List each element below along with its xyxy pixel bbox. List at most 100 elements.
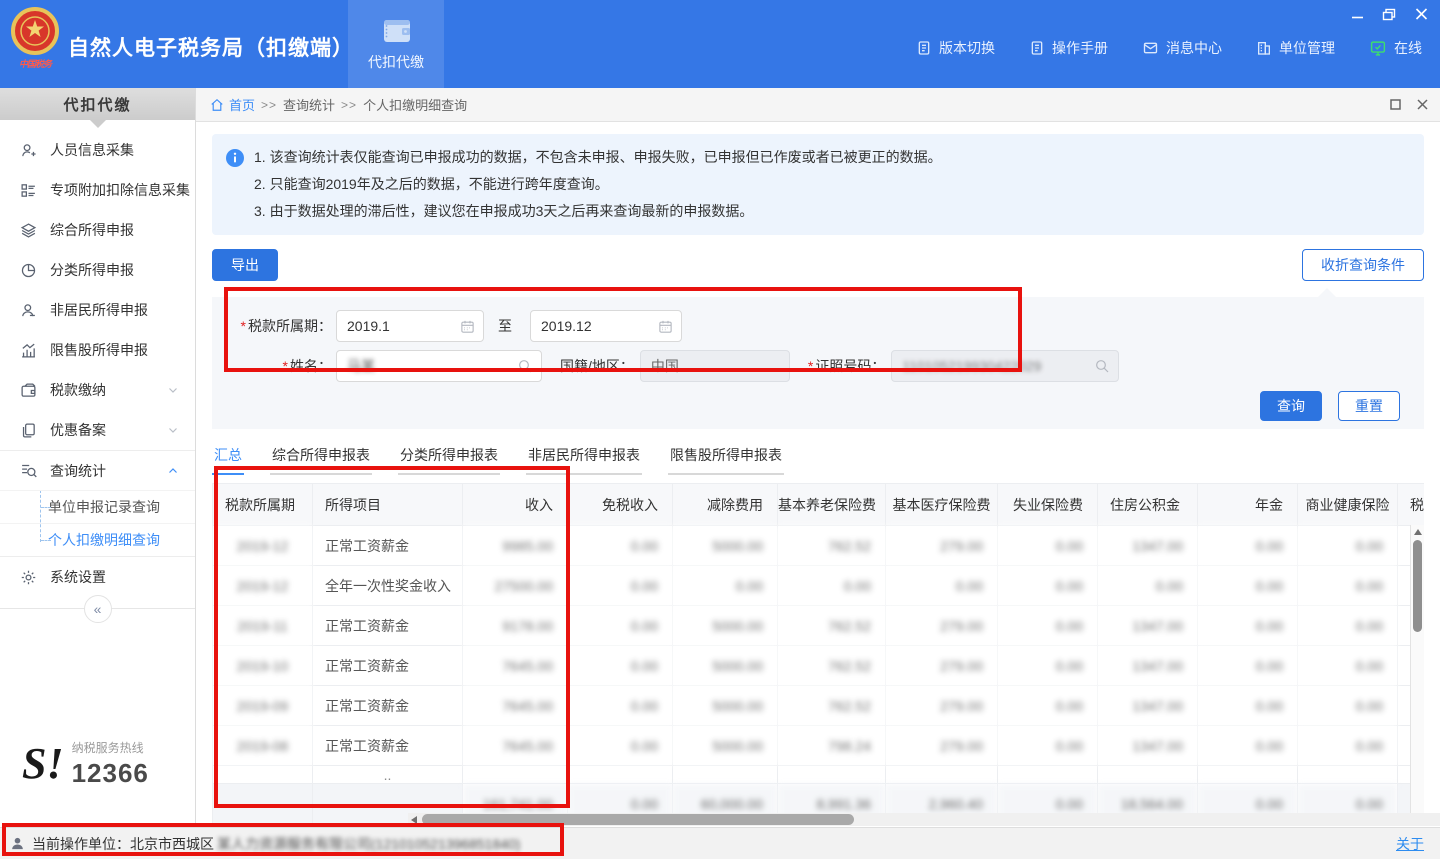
monitor-check-icon [1369, 40, 1387, 57]
panel-maximize-icon[interactable] [1390, 99, 1401, 110]
list-icon [20, 182, 37, 199]
table-row[interactable]: 2019-08 正常工资薪金 7645.00 0.00 5000.00 798.… [213, 726, 1425, 766]
search-button[interactable]: 查询 [1260, 391, 1322, 421]
app-logo: 中国税务 [10, 6, 60, 70]
nationality-input[interactable]: 中国 [640, 350, 790, 382]
sidebar-item-classified-income[interactable]: 分类所得申报 [0, 250, 195, 290]
magnifier-icon[interactable] [517, 358, 533, 374]
scroll-up-arrow[interactable] [1411, 525, 1424, 539]
collapse-query-conditions-button[interactable]: 收折查询条件 [1302, 249, 1424, 281]
table-row[interactable]: 2019-10 正常工资薪金 7645.00 0.00 5000.00 762.… [213, 646, 1425, 686]
menu-version-switch[interactable]: 版本切换 [916, 38, 995, 58]
status-bar: 当前操作单位：北京市西城区某人力资源服务有限公司(121010521396851… [0, 827, 1440, 859]
sidebar-item-comprehensive-income[interactable]: 综合所得申报 [0, 210, 195, 250]
sidebar-item-tax-payment[interactable]: 税款缴纳 [0, 370, 195, 410]
tab-daikou-daijiao[interactable]: 代扣代缴 [348, 0, 444, 88]
menu-label: 版本切换 [939, 38, 995, 58]
current-unit-redacted: 某人力资源服务有限公司(121010521396851840) [217, 834, 520, 854]
period-to-value: 2019.12 [541, 318, 652, 334]
sidebar-item-restricted-shares[interactable]: 限售股所得申报 [0, 330, 195, 370]
cell-unemployment: 0.00 [998, 646, 1098, 686]
scroll-left-arrow[interactable] [408, 813, 420, 826]
report-tab[interactable]: 综合所得申报表 [270, 445, 372, 475]
cell-medical: 279.00 [886, 646, 998, 686]
sidebar-item-system-settings[interactable]: 系统设置 [0, 557, 195, 597]
current-unit-label: 当前操作单位： [32, 834, 130, 854]
restore-icon[interactable] [1380, 6, 1398, 22]
minimize-icon[interactable] [1348, 6, 1366, 22]
layers-icon [20, 222, 37, 239]
cell-taxfree: 0.00 [568, 686, 673, 726]
close-icon[interactable] [1412, 6, 1430, 22]
cell-medical: 279.00 [886, 726, 998, 766]
hotline-logo: S! 纳税服务热线 12366 [22, 739, 149, 789]
period-label: *税款所属期： [224, 316, 332, 336]
cell-housing-fund: 1347.00 [1098, 526, 1198, 566]
info-circle-icon [226, 149, 244, 225]
table-row[interactable]: 2019-12 正常工资薪金 9985.00 0.00 5000.00 762.… [213, 526, 1425, 566]
notice-line: 1. 该查询统计表仅能查询已申报成功的数据，不包含未申报、申报失败，已申报但已作… [254, 144, 942, 171]
id-number-input[interactable]: 110105219930422029 [891, 350, 1119, 382]
cell-unemployment: 0.00 [998, 526, 1098, 566]
cell-unemployment: 0.00 [998, 606, 1098, 646]
table-row[interactable]: 2019-11 正常工资薪金 9178.00 0.00 5000.00 762.… [213, 606, 1425, 646]
table-row[interactable]: 2019-12 全年一次性奖金收入 27500.00 0.00 0.00 0.0… [213, 566, 1425, 606]
horizontal-scroll-thumb[interactable] [422, 814, 854, 825]
table-row[interactable]: 2019-09 正常工资薪金 7645.00 0.00 5000.00 762.… [213, 686, 1425, 726]
sidebar-item-personnel-info[interactable]: 人员信息采集 [0, 130, 195, 170]
online-status[interactable]: 在线 [1369, 38, 1422, 58]
col-header-pension: 基本养老保险费 [778, 484, 886, 526]
menu-unit-management[interactable]: 单位管理 [1256, 38, 1335, 58]
period-to-input[interactable]: 2019.12 [530, 310, 682, 342]
report-tab[interactable]: 汇总 [212, 445, 244, 475]
sidebar-item-nonresident-income[interactable]: 非居民所得申报 [0, 290, 195, 330]
sidebar-subitem-personal-withholding-query[interactable]: 个人扣缴明细查询 [0, 523, 195, 556]
sidebar: 代扣代缴 人员信息采集 专项附加扣除信息采集 [0, 88, 196, 827]
sidebar-item-query-statistics[interactable]: 查询统计 [0, 450, 195, 490]
results-table-wrap: 税款所属期 所得项目 收入 免税收入 减除费用 基本养老保险费 基本医疗保险费 … [212, 483, 1424, 825]
id-number-value: 110105219930422029 [902, 358, 1088, 374]
vertical-scrollbar[interactable] [1410, 525, 1424, 825]
col-header-taxfree: 免税收入 [568, 484, 673, 526]
collapse-sidebar-button[interactable]: « [84, 595, 112, 623]
period-from-input[interactable]: 2019.1 [336, 310, 484, 342]
cell-health-insurance: 0.00 [1298, 726, 1398, 766]
cell-annuity: 0.00 [1198, 686, 1298, 726]
calendar-icon[interactable] [658, 319, 673, 334]
cell-unemployment: 0.00 [998, 686, 1098, 726]
breadcrumb-home[interactable]: 首页 [210, 95, 255, 114]
cell-income-item: .. [313, 766, 463, 784]
wallet-small-icon [20, 382, 37, 399]
menu-message-center[interactable]: 消息中心 [1142, 38, 1222, 58]
cell-medical: 279.00 [886, 686, 998, 726]
menu-manual[interactable]: 操作手册 [1029, 38, 1108, 58]
report-tab[interactable]: 非居民所得申报表 [526, 445, 642, 475]
sidebar-item-special-deduction[interactable]: 专项附加扣除信息采集 [0, 170, 195, 210]
app-title: 自然人电子税务局（扣缴端） [68, 32, 354, 62]
cell-housing-fund: 1347.00 [1098, 686, 1198, 726]
cell-housing-fund: 1347.00 [1098, 726, 1198, 766]
sidebar-item-label: 综合所得申报 [50, 220, 179, 240]
sidebar-subitem-unit-declaration-query[interactable]: 单位申报记录查询 [0, 490, 195, 523]
export-button[interactable]: 导出 [212, 249, 278, 281]
id-number-label: *证照号码： [808, 356, 885, 376]
magnifier-icon[interactable] [1094, 358, 1110, 374]
vertical-scroll-thumb[interactable] [1413, 540, 1422, 632]
name-input[interactable]: 马某 [336, 350, 542, 382]
sidebar-item-preference-filing[interactable]: 优惠备案 [0, 410, 195, 450]
name-label: *姓名： [224, 356, 332, 376]
report-tab[interactable]: 限售股所得申报表 [668, 445, 784, 475]
col-header-deferred-pension: 税延养老保险 [1398, 484, 1425, 526]
sidebar-item-label: 系统设置 [50, 567, 179, 587]
panel-close-icon[interactable] [1417, 99, 1428, 110]
about-link[interactable]: 关于 [1396, 834, 1424, 854]
horizontal-scrollbar[interactable] [408, 813, 1440, 826]
toolbar: 导出 收折查询条件 [212, 249, 1424, 281]
sidebar-submenu: 单位申报记录查询 个人扣缴明细查询 [0, 490, 195, 557]
person-icon [20, 302, 37, 319]
report-tab[interactable]: 分类所得申报表 [398, 445, 500, 475]
home-icon [210, 98, 224, 112]
reset-button[interactable]: 重置 [1338, 391, 1400, 421]
calendar-icon[interactable] [460, 319, 475, 334]
sidebar-item-label: 分类所得申报 [50, 260, 179, 280]
